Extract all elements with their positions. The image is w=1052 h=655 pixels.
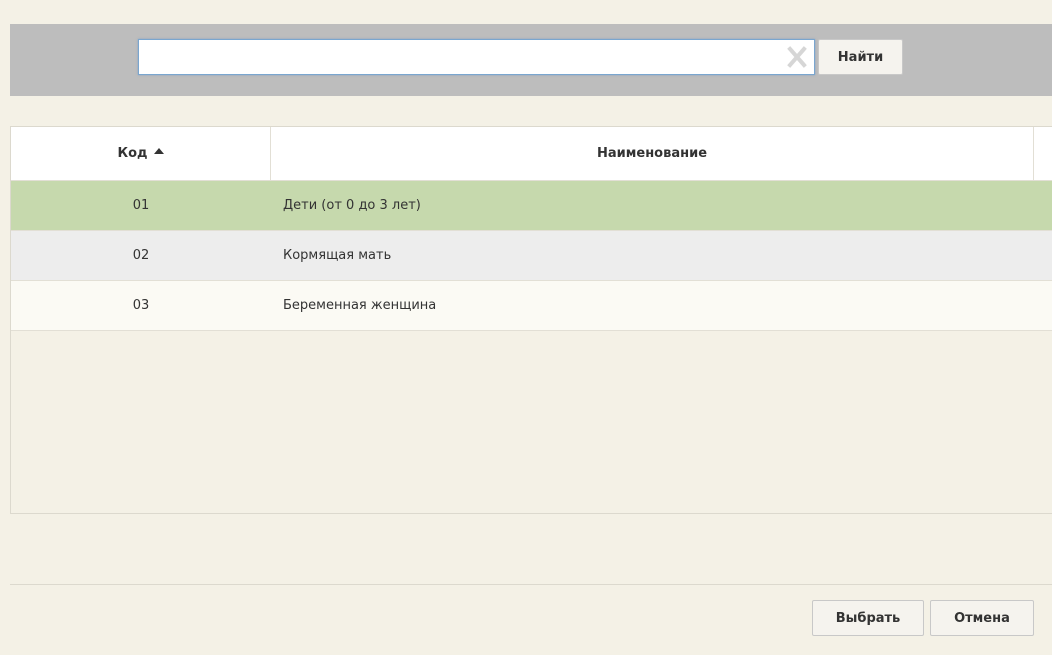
cell-name: Кормящая мать	[283, 248, 392, 263]
dialog-top-strip	[0, 0, 1052, 24]
table-row-selected[interactable]: 01 Дети (от 0 до 3 лет)	[11, 181, 1052, 231]
search-field[interactable]	[138, 39, 815, 75]
search-input[interactable]	[139, 40, 779, 74]
cell-code: 01	[132, 198, 150, 213]
table-row[interactable]: 02 Кормящая мать	[11, 231, 1052, 281]
cell-name: Беременная женщина	[283, 298, 437, 313]
table-row[interactable]: 03 Беременная женщина	[11, 281, 1052, 331]
find-button[interactable]: Найти	[818, 39, 903, 75]
column-header-name-label: Наименование	[596, 146, 708, 161]
cancel-button[interactable]: Отмена	[930, 600, 1034, 636]
select-button[interactable]: Выбрать	[812, 600, 924, 636]
results-table: Код Наименование 01 Дети (от 0 до 3 лет)…	[10, 126, 1052, 514]
clear-x-icon[interactable]	[786, 45, 808, 69]
search-bar: Найти	[10, 24, 1052, 96]
footer-divider	[10, 584, 1052, 585]
column-header-code[interactable]: Код	[11, 127, 271, 180]
column-header-code-label: Код	[117, 146, 148, 161]
cell-code: 03	[132, 298, 150, 313]
cell-code: 02	[132, 248, 150, 263]
sort-ascending-icon	[153, 147, 164, 154]
cell-name: Дети (от 0 до 3 лет)	[283, 198, 421, 213]
column-header-name[interactable]: Наименование	[271, 127, 1034, 180]
table-header: Код Наименование	[11, 127, 1052, 181]
